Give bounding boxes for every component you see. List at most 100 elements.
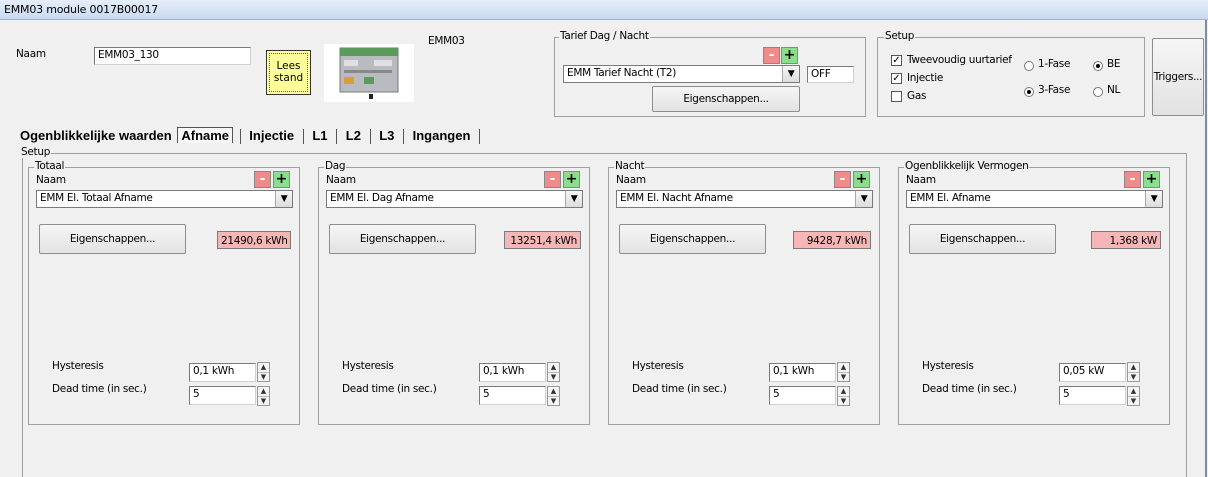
panel-4-dead-time-field[interactable]: 5 <box>1059 386 1126 405</box>
chevron-down-icon[interactable]: ▼ <box>855 191 872 207</box>
tab-bar: Ogenblikkelijke waarden Afname Injectie … <box>18 127 483 145</box>
tab-separator <box>479 129 481 145</box>
panel-1-selected: EMM El. Totaal Afname <box>40 192 153 204</box>
panel-4-value-display: 1,368 kW <box>1091 231 1161 249</box>
panel-1-hysteresis-label: Hysteresis <box>52 360 104 372</box>
panel-2-hysteresis-label: Hysteresis <box>342 360 394 372</box>
module-device-image <box>324 44 414 102</box>
chevron-down-icon[interactable]: ▼ <box>275 191 292 207</box>
tab-separator <box>402 129 404 145</box>
panel-2-title: Dag <box>324 160 347 172</box>
panel-3-dead-time-spinner[interactable]: ▲ ▼ <box>837 386 850 406</box>
panel-2-hysteresis-spinner[interactable]: ▲ ▼ <box>547 362 560 382</box>
nl-label: NL <box>1107 84 1121 96</box>
panel-1-value-display: 21490,6 kWh <box>217 231 291 249</box>
panel-1-hysteresis-field[interactable]: 0,1 kWh <box>189 363 256 382</box>
gas-checkbox[interactable] <box>891 91 902 102</box>
setup-top-title: Setup <box>884 30 916 42</box>
window-edge <box>1205 20 1207 477</box>
panel-3-title: Nacht <box>614 160 646 172</box>
fase1-label: 1-Fase <box>1038 58 1071 70</box>
be-radio[interactable] <box>1093 61 1103 71</box>
fase3-label: 3-Fase <box>1038 84 1071 96</box>
tarief-add-button[interactable]: + <box>781 47 798 64</box>
panel-2-eigenschappen-button[interactable]: Eigenschappen... <box>329 224 476 254</box>
panel-1-remove-button[interactable]: - <box>254 171 271 188</box>
tab-separator <box>369 129 371 145</box>
window-title: EMM03 module 0017B00017 <box>0 0 1208 20</box>
panel-1-select[interactable]: EMM El. Totaal Afname ▼ <box>36 190 293 208</box>
panel-2-selected: EMM El. Dag Afname <box>330 192 434 204</box>
panel-4-add-button[interactable]: + <box>1143 171 1160 188</box>
panel-3-eigenschappen-button[interactable]: Eigenschappen... <box>619 224 766 254</box>
panel-2-dead-time-label: Dead time (in sec.) <box>342 383 437 395</box>
panel-1-dead-time-field[interactable]: 5 <box>189 386 256 405</box>
panel-4-select[interactable]: EMM El. Afname ▼ <box>906 190 1163 208</box>
panel-4-selected: EMM El. Afname <box>910 192 991 204</box>
panel-1-naam-label: Naam <box>36 174 66 186</box>
panel-2-naam-label: Naam <box>326 174 356 186</box>
panel-2-add-button[interactable]: + <box>563 171 580 188</box>
panel-1-hysteresis-spinner[interactable]: ▲ ▼ <box>257 362 270 382</box>
chevron-down-icon[interactable]: ▼ <box>782 66 799 82</box>
tweevoudig-checkbox[interactable]: ✓ <box>891 55 902 66</box>
panel-4-remove-button[interactable]: - <box>1124 171 1141 188</box>
tarief-group-title: Tarief Dag / Nacht <box>559 30 650 42</box>
tab-separator <box>336 129 338 145</box>
panel-3-hysteresis-label: Hysteresis <box>632 360 684 372</box>
panel-3-selected: EMM El. Nacht Afname <box>620 192 733 204</box>
chevron-down-icon[interactable]: ▼ <box>1145 191 1162 207</box>
tab-injectie[interactable]: Injectie <box>247 128 296 143</box>
tarief-select[interactable]: EMM Tarief Nacht (T2) ▼ <box>563 65 800 83</box>
panel-3-add-button[interactable]: + <box>853 171 870 188</box>
panel-2-remove-button[interactable]: - <box>544 171 561 188</box>
tarief-remove-button[interactable]: - <box>763 47 780 64</box>
panel-4-title: Ogenblikkelijk Vermogen <box>904 160 1030 172</box>
injectie-label: Injectie <box>907 72 943 84</box>
panel-3-hysteresis-field[interactable]: 0,1 kWh <box>769 363 836 382</box>
panel-2-hysteresis-field[interactable]: 0,1 kWh <box>479 363 546 382</box>
fase1-radio[interactable] <box>1024 61 1034 71</box>
panel-1-dead-time-spinner[interactable]: ▲ ▼ <box>257 386 270 406</box>
injectie-checkbox[interactable]: ✓ <box>891 73 902 84</box>
lees-stand-button[interactable]: Lees stand <box>266 50 311 95</box>
tarief-eigenschappen-button[interactable]: Eigenschappen... <box>652 86 800 112</box>
chevron-down-icon[interactable]: ▼ <box>565 191 582 207</box>
be-label: BE <box>1107 58 1121 70</box>
panel-3-hysteresis-spinner[interactable]: ▲ ▼ <box>837 362 850 382</box>
tab-l3[interactable]: L3 <box>377 128 396 143</box>
tab-l2[interactable]: L2 <box>344 128 363 143</box>
panel-1-title: Totaal <box>34 160 66 172</box>
panel-4-dead-time-spinner[interactable]: ▲ ▼ <box>1127 386 1140 406</box>
panel-3-value-display: 9428,7 kWh <box>793 231 871 249</box>
panel-3-dead-time-field[interactable]: 5 <box>769 386 836 405</box>
tab-ogenblikkelijke-waarden[interactable]: Ogenblikkelijke waarden <box>18 128 174 143</box>
triggers-button[interactable]: Triggers... <box>1152 38 1204 116</box>
panel-1-dead-time-label: Dead time (in sec.) <box>52 383 147 395</box>
panel-4-hysteresis-field[interactable]: 0,05 kW <box>1059 363 1126 382</box>
fase3-radio[interactable] <box>1024 87 1034 97</box>
tab-afname[interactable]: Afname <box>177 127 234 143</box>
panel-2-dead-time-field[interactable]: 5 <box>479 386 546 405</box>
panel-3-remove-button[interactable]: - <box>834 171 851 188</box>
panel-1-eigenschappen-button[interactable]: Eigenschappen... <box>39 224 186 254</box>
setup-group-title: Setup <box>20 146 52 158</box>
tab-separator <box>239 129 241 145</box>
lees-label-1: Lees <box>276 60 301 72</box>
tarief-state-field: OFF <box>807 66 854 83</box>
tweevoudig-label: Tweevoudig uurtarief <box>907 54 1012 66</box>
nl-radio[interactable] <box>1093 87 1103 97</box>
tab-ingangen[interactable]: Ingangen <box>411 128 473 143</box>
panel-3-naam-label: Naam <box>616 174 646 186</box>
gas-label: Gas <box>907 90 927 102</box>
tab-l1[interactable]: L1 <box>310 128 329 143</box>
tarief-selected: EMM Tarief Nacht (T2) <box>567 67 677 79</box>
panel-4-eigenschappen-button[interactable]: Eigenschappen... <box>909 224 1056 254</box>
panel-4-hysteresis-spinner[interactable]: ▲ ▼ <box>1127 362 1140 382</box>
panel-2-dead-time-spinner[interactable]: ▲ ▼ <box>547 386 560 406</box>
panel-2-value-display: 13251,4 kWh <box>504 231 581 249</box>
panel-3-select[interactable]: EMM El. Nacht Afname ▼ <box>616 190 873 208</box>
panel-1-add-button[interactable]: + <box>273 171 290 188</box>
module-name-field[interactable]: EMM03_130 <box>94 47 251 65</box>
panel-2-select[interactable]: EMM El. Dag Afname ▼ <box>326 190 583 208</box>
